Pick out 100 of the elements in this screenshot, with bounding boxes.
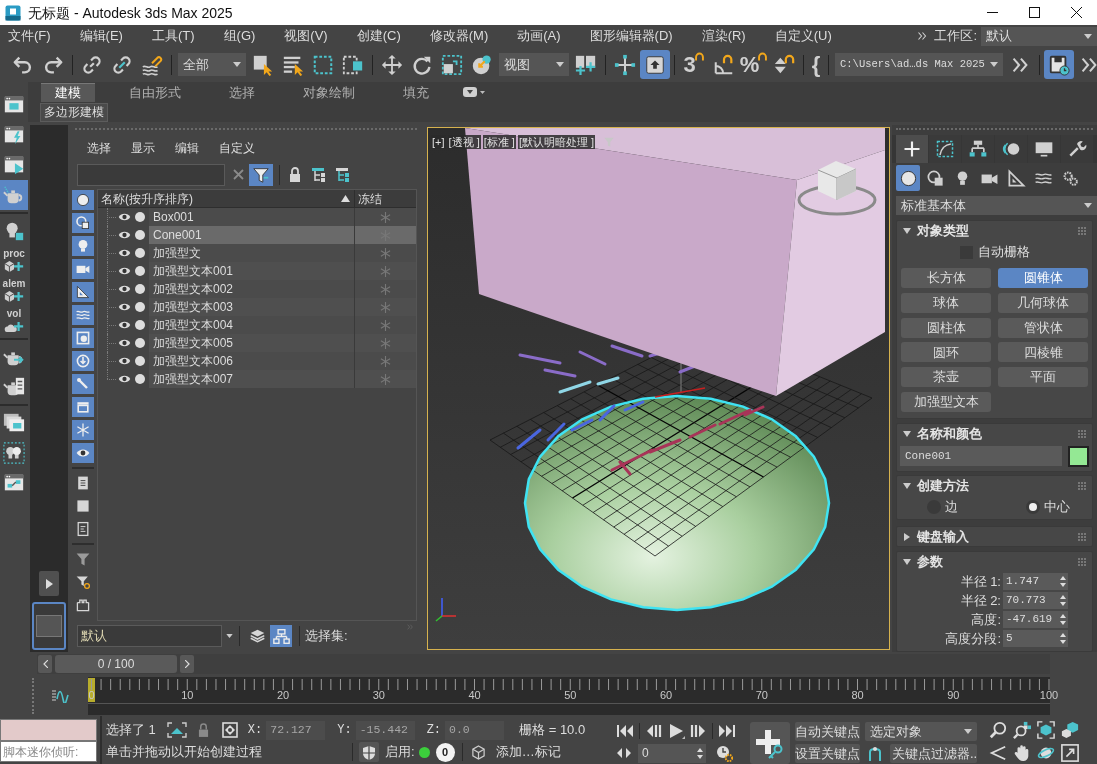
script-output-field[interactable] — [0, 719, 97, 741]
spinner-field[interactable]: 5 — [1003, 630, 1068, 647]
zoom-button[interactable] — [987, 720, 1008, 740]
count-button[interactable]: 0 — [435, 742, 455, 762]
tool-button[interactable]: proc — [0, 246, 28, 276]
save-button[interactable] — [1044, 50, 1074, 79]
ribbon-tab[interactable]: 建模 — [41, 83, 95, 102]
coordinate-mode-button[interactable] — [219, 720, 240, 740]
keyboard-shortcut-button[interactable] — [640, 50, 670, 79]
menu-item[interactable]: 自定义(U) — [774, 27, 832, 45]
time-configuration-button[interactable] — [714, 743, 734, 763]
expand-button[interactable] — [39, 571, 59, 596]
ribbon-tab[interactable]: 对象绘制 — [289, 83, 369, 102]
auto-key-button[interactable]: 自动关键点 — [795, 722, 860, 741]
key-filters-button[interactable]: 关键点过滤器.. — [890, 744, 977, 763]
object-type-button[interactable]: 管状体 — [998, 317, 1088, 338]
viewport-menu[interactable]: [+] — [431, 135, 446, 149]
color-swatch-icon[interactable] — [1068, 445, 1089, 467]
ribbon-tab[interactable]: 自由形式 — [115, 83, 195, 102]
script-input-field[interactable]: 脚本迷你侦听: — [0, 741, 97, 762]
type-filter-button[interactable] — [72, 282, 94, 302]
menu-item[interactable]: 创建(C) — [356, 27, 401, 45]
explorer-menu-item[interactable]: 自定义 — [219, 139, 255, 157]
time-slider-track[interactable]: 0 / 100 — [37, 654, 1050, 674]
object-type-button[interactable]: 球体 — [901, 292, 991, 313]
object-name[interactable]: 加强型文本001 — [149, 262, 354, 280]
type-filter-button[interactable] — [72, 213, 94, 233]
viewport-layout-thumbnail[interactable] — [32, 602, 66, 650]
object-type-button[interactable]: 四棱锥 — [998, 342, 1088, 363]
explorer-menu-item[interactable]: 选择 — [87, 139, 111, 157]
zoom-all-button[interactable] — [1011, 720, 1032, 740]
object-name[interactable]: 加强型文本005 — [149, 334, 354, 352]
object-type-button[interactable]: 加强型文本 — [901, 392, 991, 412]
viewport-menu[interactable]: [默认明暗处理 ] — [517, 135, 596, 149]
viewport-menu[interactable]: [透视 ] — [447, 135, 481, 149]
rollout-title[interactable]: 参数 — [917, 551, 943, 572]
column-header[interactable]: 名称(按升序排序) — [98, 190, 354, 207]
object-type-button[interactable]: 圆柱体 — [901, 317, 991, 338]
viewport[interactable]: [+] [透视 ] [标准 ] [默认明暗处理 ] — [427, 127, 890, 650]
search-field[interactable] — [77, 163, 225, 186]
object-type-button[interactable]: 长方体 — [901, 268, 991, 288]
object-name[interactable]: 加强型文本003 — [149, 298, 354, 316]
category-dropdown[interactable]: 标准基本体 — [896, 195, 1097, 215]
radio-button[interactable] — [1026, 500, 1040, 514]
ribbon-panel-label[interactable]: 多边形建模 — [40, 102, 108, 122]
radio-label[interactable]: 边 — [945, 497, 958, 517]
checkbox-label[interactable]: 自动栅格 — [977, 242, 1030, 262]
rollout-title[interactable]: 对象类型 — [917, 220, 969, 241]
set-key-mode-button[interactable]: 设置关键点 — [795, 744, 860, 763]
spinner-field[interactable]: -47.619 — [1003, 611, 1068, 628]
explorer-menu-item[interactable]: 显示 — [131, 139, 155, 157]
menu-item[interactable]: 工具(T) — [151, 27, 195, 45]
coordinate-system-dropdown[interactable]: 视图 — [499, 53, 569, 76]
menu-item[interactable]: 文件(F) — [8, 27, 51, 45]
isolate-button[interactable] — [165, 720, 188, 740]
set-key-button[interactable] — [750, 722, 790, 764]
spinner-field[interactable]: 1.747 — [1003, 573, 1068, 590]
ribbon-tab[interactable]: 填充 — [389, 83, 443, 102]
snap-button[interactable]: 3 — [679, 50, 709, 79]
tool-button[interactable]: vol — [0, 306, 28, 336]
geometry-button[interactable] — [896, 165, 920, 192]
object-name[interactable]: 加强型文本002 — [149, 280, 354, 298]
object-name[interactable]: Box001 — [149, 208, 354, 226]
tool-button[interactable]: alem — [0, 276, 28, 306]
view-mode-button[interactable] — [270, 625, 292, 647]
maximize-viewport-button[interactable] — [1059, 743, 1080, 763]
shield-button[interactable] — [359, 742, 379, 762]
viewport-menu[interactable]: [标准 ] — [482, 135, 516, 149]
object-type-button[interactable]: 茶壶 — [901, 367, 991, 388]
time-slider-thumb[interactable]: 0 / 100 — [55, 655, 177, 673]
radio-label[interactable]: 中心 — [1044, 497, 1070, 517]
explorer-menu-item[interactable]: 编辑 — [175, 139, 199, 157]
object-type-button[interactable]: 圆锥体 — [998, 268, 1088, 288]
menu-item[interactable]: 修改器(M) — [429, 27, 489, 45]
name-field[interactable]: Cone001 — [900, 446, 1062, 466]
spinner-field[interactable]: 70.773 — [1003, 592, 1068, 609]
object-type-button[interactable]: 几何球体 — [998, 292, 1088, 313]
zoom-extents-button[interactable] — [1035, 720, 1056, 740]
menu-item[interactable]: 图形编辑器(D) — [589, 27, 673, 45]
object-type-button[interactable]: 平面 — [998, 367, 1088, 388]
key-set-dropdown[interactable]: 选定对象 — [865, 722, 977, 741]
create-tab[interactable] — [896, 135, 928, 164]
frame-field[interactable]: 0 — [638, 743, 706, 763]
previous-frame-button[interactable] — [38, 655, 52, 673]
type-filter-button[interactable] — [72, 190, 94, 210]
menu-item[interactable]: 视图(V) — [284, 27, 328, 45]
ribbon-tab[interactable]: 选择 — [215, 83, 269, 102]
menu-item[interactable]: 动画(A) — [517, 27, 561, 45]
workspace-dropdown[interactable]: 默认 — [981, 26, 1097, 46]
filter-button[interactable] — [249, 163, 273, 186]
object-name[interactable]: 加强型文本007 — [149, 370, 354, 388]
type-filter-button[interactable] — [72, 443, 94, 463]
next-frame-button[interactable] — [180, 655, 194, 673]
layer-dropdown[interactable]: 默认 — [77, 625, 222, 647]
folder-path-dropdown[interactable]: C:\Users\ad…ds Max 2025 — [835, 53, 1003, 76]
menu-item[interactable]: 渲染(R) — [701, 27, 746, 45]
rollout-title[interactable]: 创建方法 — [917, 475, 969, 496]
object-type-button[interactable]: 圆环 — [901, 342, 991, 363]
object-name[interactable]: 加强型文 — [149, 244, 354, 262]
object-name[interactable]: 加强型文本004 — [149, 316, 354, 334]
